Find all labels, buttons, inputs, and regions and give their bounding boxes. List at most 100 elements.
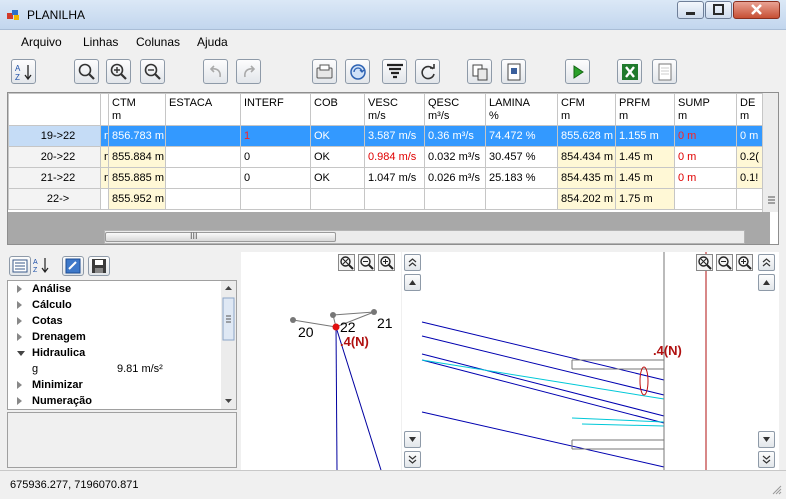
cell-qesc[interactable]: 0.36 m³/s <box>424 125 486 147</box>
minimize-button[interactable] <box>677 1 704 19</box>
export-excel-button[interactable] <box>617 59 642 84</box>
row-header[interactable]: 19->22 <box>8 125 101 147</box>
property-row-g[interactable]: g 9.81 m/s² <box>8 361 220 377</box>
cell-qesc[interactable]: 0.026 m³/s <box>424 167 486 189</box>
property-category-minimizar[interactable]: Minimizar <box>8 377 220 393</box>
sort-button[interactable]: AZ <box>11 59 36 84</box>
cell-qesc[interactable]: 0.032 m³/s <box>424 146 486 168</box>
maximize-button[interactable] <box>705 1 732 19</box>
expand-icon[interactable] <box>17 333 22 341</box>
horizontal-splitter[interactable] <box>7 246 779 250</box>
property-scrollbar[interactable] <box>221 281 236 409</box>
cell-vesc[interactable]: 3.587 m/s <box>364 125 425 147</box>
drawing-view-left[interactable]: 20 22 21 .4(N) <box>241 252 401 471</box>
zoom-in-map-button[interactable] <box>736 254 753 271</box>
zoom-extents-button[interactable] <box>338 254 355 271</box>
scroll-up-button[interactable] <box>758 254 775 271</box>
menu-arquivo[interactable]: Arquivo <box>21 35 62 49</box>
cell-prfm[interactable]: 1.45 m <box>615 146 675 168</box>
scroll-down-small-button[interactable] <box>758 431 775 448</box>
property-pages-button[interactable] <box>62 256 84 276</box>
cell-ctm[interactable]: 856.783 m <box>108 125 166 147</box>
collapse-icon[interactable] <box>17 351 25 356</box>
scroll-up-small-button[interactable] <box>404 274 421 291</box>
scroll-down-button[interactable] <box>404 451 421 468</box>
zoom-in-button[interactable] <box>106 59 131 84</box>
cell-interf[interactable] <box>240 188 311 210</box>
zoom-out-button[interactable] <box>140 59 165 84</box>
cell-vesc[interactable]: 1.047 m/s <box>364 167 425 189</box>
cell-interf[interactable]: 0 <box>240 146 311 168</box>
cell-sump[interactable]: 0 m <box>674 167 737 189</box>
table-row[interactable]: 21->22 n 855.885 m 0 OK 1.047 m/s 0.026 … <box>8 167 771 189</box>
save-button[interactable] <box>88 256 110 276</box>
cell-cob[interactable]: OK <box>310 146 365 168</box>
cell-lamina[interactable] <box>485 188 558 210</box>
cell-qesc[interactable] <box>424 188 486 210</box>
cell-cfm[interactable]: 855.628 m <box>557 125 616 147</box>
cell-cfm[interactable]: 854.434 m <box>557 146 616 168</box>
cell-estaca[interactable] <box>165 188 241 210</box>
grid-horizontal-thumb[interactable]: III <box>105 231 336 242</box>
blank-page-button[interactable] <box>652 59 677 84</box>
node-marker[interactable] <box>330 312 336 318</box>
cell-lamina[interactable]: 74.472 % <box>485 125 558 147</box>
undo-button[interactable] <box>203 59 228 84</box>
cell-vesc[interactable] <box>364 188 425 210</box>
cell-lamina[interactable]: 25.183 % <box>485 167 558 189</box>
header-prfm[interactable]: PRFM m <box>615 93 675 126</box>
table-row[interactable]: 20->22 n 855.884 m 0 OK 0.984 m/s 0.032 … <box>8 146 771 168</box>
node-marker[interactable] <box>290 317 296 323</box>
cell-lamina[interactable]: 30.457 % <box>485 146 558 168</box>
cell-estaca[interactable] <box>165 167 241 189</box>
cell-prfm[interactable]: 1.155 m <box>615 125 675 147</box>
document-button[interactable] <box>501 59 526 84</box>
cell-vesc[interactable]: 0.984 m/s <box>364 146 425 168</box>
zoom-out-map-button[interactable] <box>716 254 733 271</box>
expand-icon[interactable] <box>17 301 22 309</box>
cell-prfm[interactable]: 1.45 m <box>615 167 675 189</box>
zoom-in-map-button[interactable] <box>378 254 395 271</box>
cell-cob[interactable]: OK <box>310 125 365 147</box>
table-row[interactable]: 22-> 855.952 m 854.202 m 1.75 m <box>8 188 771 210</box>
property-category-hidraulica[interactable]: Hidraulica <box>8 345 220 361</box>
cell-prfm[interactable]: 1.75 m <box>615 188 675 210</box>
cell-sump[interactable]: 0 m <box>674 125 737 147</box>
cell-interf[interactable]: 0 <box>240 167 311 189</box>
header-cob[interactable]: COB <box>310 93 365 126</box>
cell-cob[interactable]: OK <box>310 167 365 189</box>
header-interf[interactable]: INTERF <box>240 93 311 126</box>
cell-cfm[interactable]: 854.435 m <box>557 167 616 189</box>
row-header[interactable]: 21->22 <box>8 167 101 189</box>
reload-button[interactable] <box>415 59 440 84</box>
property-category-numeracao[interactable]: Numeração <box>8 393 220 409</box>
scroll-down-small-button[interactable] <box>404 431 421 448</box>
menu-colunas[interactable]: Colunas <box>136 35 180 49</box>
cell-sump[interactable] <box>674 188 737 210</box>
menu-ajuda[interactable]: Ajuda <box>197 35 228 49</box>
import-button[interactable] <box>312 59 337 84</box>
resize-grip-icon[interactable] <box>772 485 782 495</box>
close-button[interactable] <box>733 1 780 19</box>
grid-vertical-scrollbar[interactable] <box>762 93 778 212</box>
cell-pre[interactable] <box>100 188 109 210</box>
header-cfm[interactable]: CFM m <box>557 93 616 126</box>
scroll-up-small-button[interactable] <box>758 274 775 291</box>
property-value-g[interactable]: 9.81 m/s² <box>117 361 163 377</box>
property-category-analise[interactable]: Análise <box>8 281 220 297</box>
property-grid[interactable]: Análise Cálculo Cotas Drenagem Hidraulic… <box>7 280 237 410</box>
cell-estaca[interactable] <box>165 146 241 168</box>
cell-pre[interactable]: n <box>100 146 109 168</box>
cell-estaca[interactable] <box>165 125 241 147</box>
expand-icon[interactable] <box>17 317 22 325</box>
cell-ctm[interactable]: 855.952 m <box>108 188 166 210</box>
cell-ctm[interactable]: 855.885 m <box>108 167 166 189</box>
header-estaca[interactable]: ESTACA <box>165 93 241 126</box>
cell-ctm[interactable]: 855.884 m <box>108 146 166 168</box>
property-category-calculo[interactable]: Cálculo <box>8 297 220 313</box>
redo-button[interactable] <box>236 59 261 84</box>
menu-linhas[interactable]: Linhas <box>83 35 118 49</box>
header-ctm[interactable]: CTM m <box>108 93 166 126</box>
row-header[interactable]: 22-> <box>8 188 101 210</box>
cell-pre[interactable]: n <box>100 167 109 189</box>
